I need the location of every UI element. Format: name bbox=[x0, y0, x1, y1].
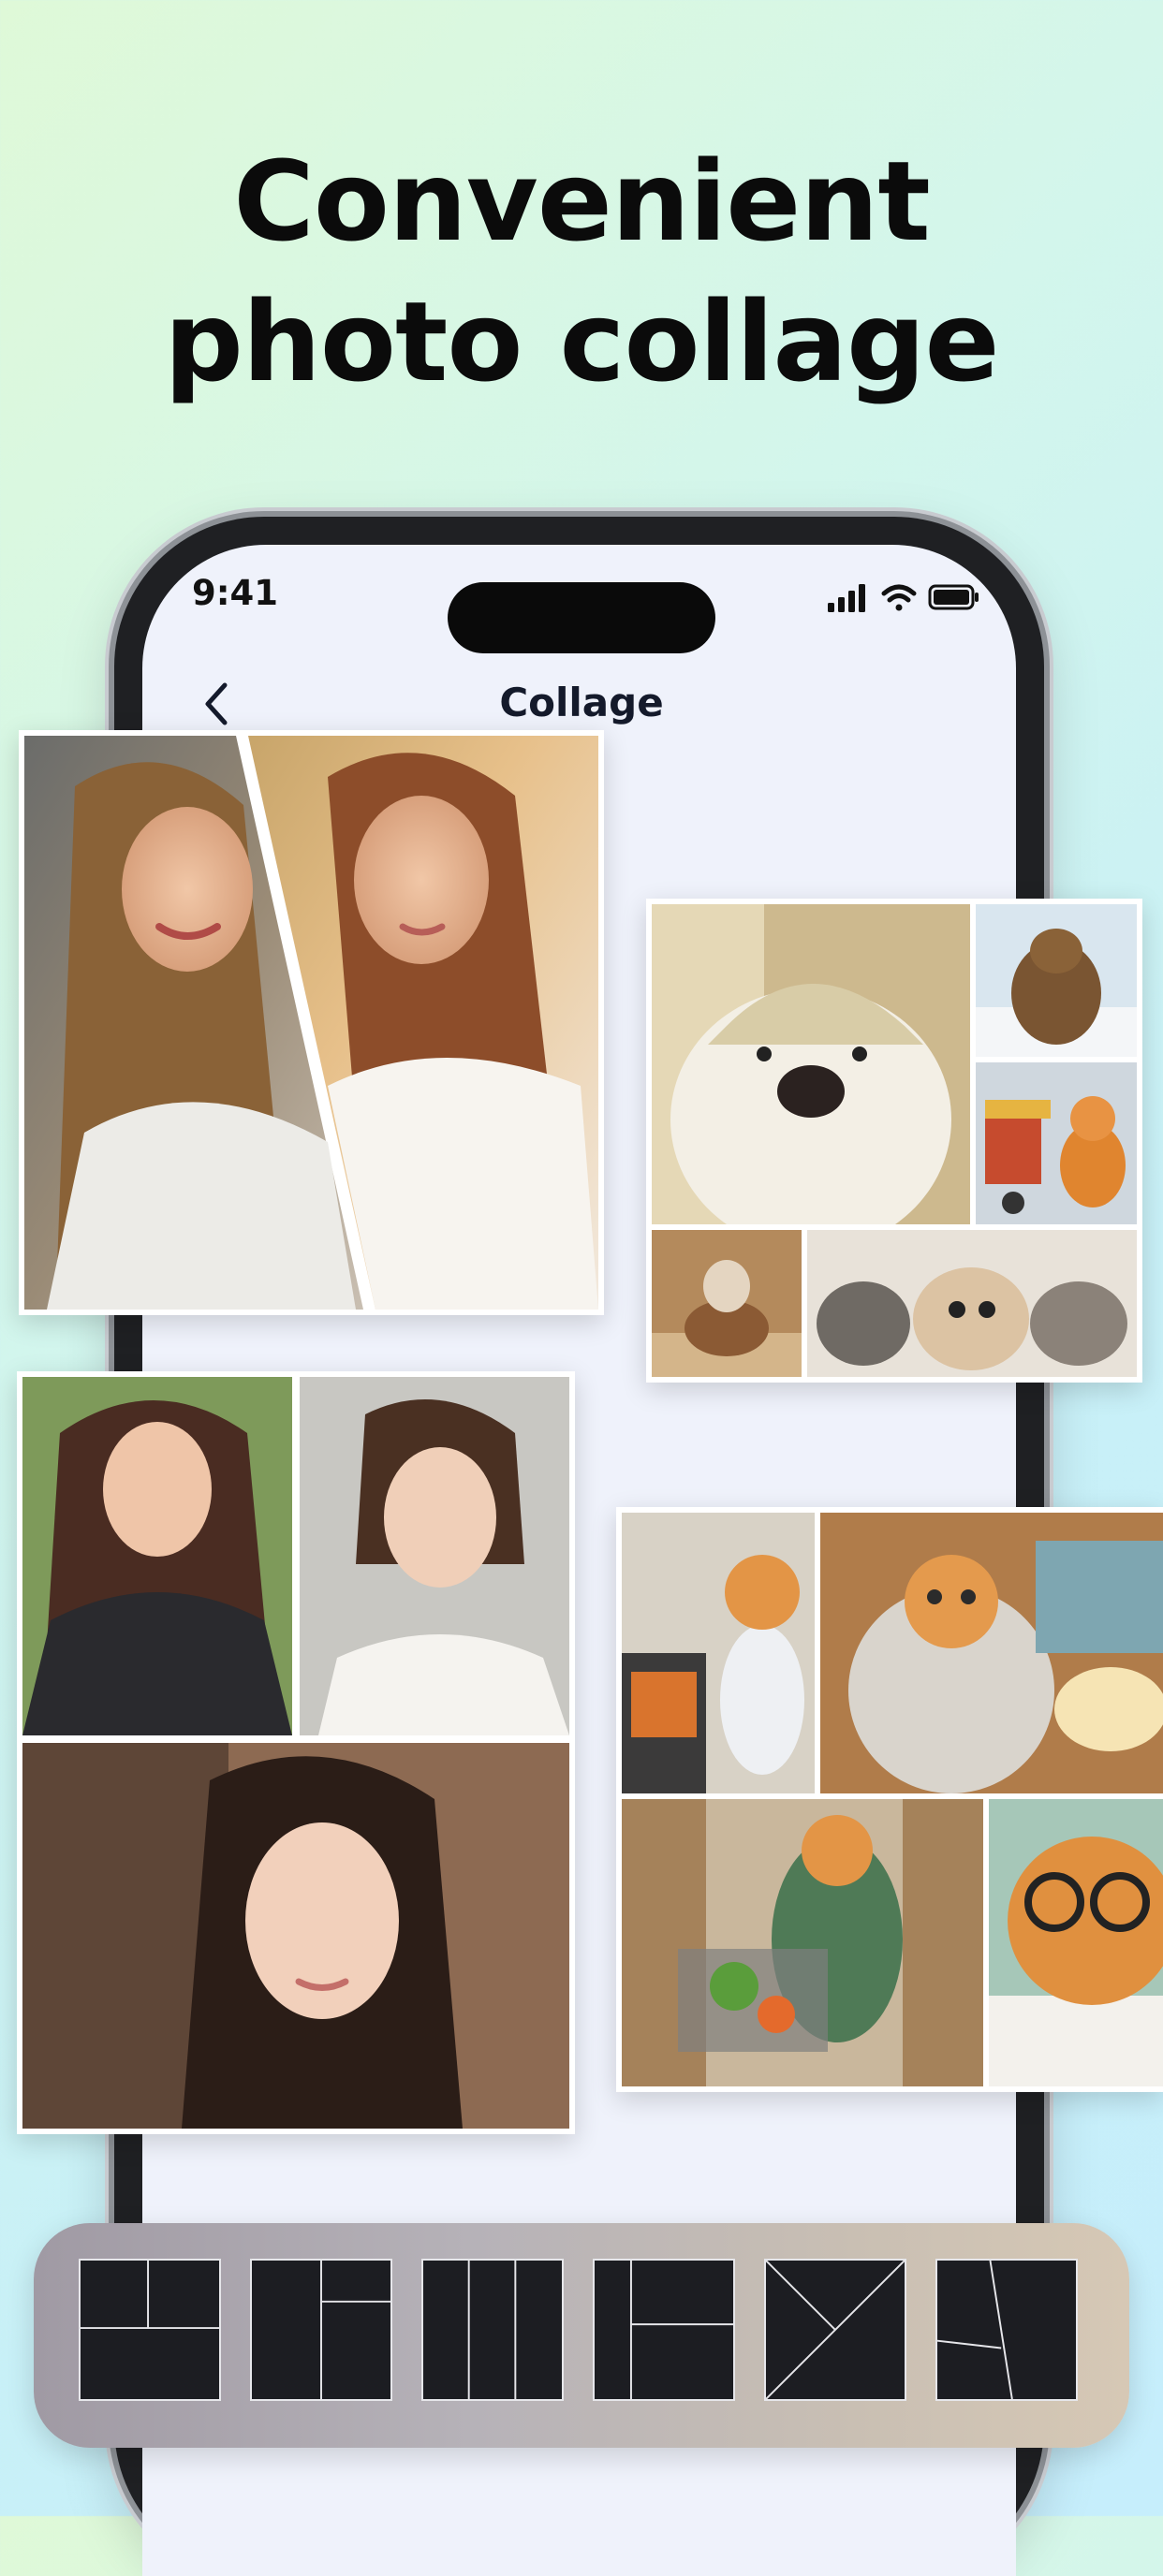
cat-in-bathrobe-popcorn bbox=[820, 1513, 1163, 1793]
collage-portraits-grid[interactable] bbox=[17, 1371, 575, 2134]
battery-icon bbox=[928, 584, 979, 610]
layout-columns-icon bbox=[467, 2261, 517, 2399]
group-of-cats bbox=[807, 1230, 1137, 1377]
layout-columns-option[interactable] bbox=[421, 2259, 564, 2401]
headline-line-2: photo collage bbox=[164, 277, 999, 406]
cat-riding-pony bbox=[652, 1230, 802, 1377]
status-icons bbox=[824, 578, 983, 616]
layout-diagonal-icon bbox=[766, 2261, 905, 2399]
collage-cats[interactable] bbox=[616, 1507, 1163, 2092]
layout-angled-option[interactable] bbox=[935, 2259, 1078, 2401]
nav-title: Collage bbox=[499, 680, 664, 725]
layout-grid-icon bbox=[81, 2261, 219, 2330]
cat-with-cart bbox=[976, 1062, 1137, 1224]
portrait-updo bbox=[300, 1377, 569, 1735]
headline-line-1: Convenient bbox=[233, 137, 931, 266]
layout-split-option[interactable] bbox=[250, 2259, 392, 2401]
portrait-lace-dress bbox=[22, 1377, 292, 1735]
layout-stack-option[interactable] bbox=[593, 2259, 735, 2401]
cat-shopping bbox=[622, 1799, 983, 2086]
cat-with-glasses bbox=[989, 1799, 1163, 2086]
layout-split-icon bbox=[320, 2261, 390, 2399]
layout-angled-icon bbox=[937, 2261, 1013, 2399]
collage-portraits-diagonal[interactable] bbox=[19, 730, 604, 1315]
collage-pets[interactable] bbox=[646, 899, 1142, 1383]
cat-baking bbox=[622, 1513, 815, 1793]
portrait-dark-hair bbox=[22, 1743, 569, 2129]
dynamic-island bbox=[448, 582, 715, 653]
wifi-icon bbox=[881, 584, 917, 611]
status-time: 9:41 bbox=[192, 573, 279, 613]
headline: Convenient photo collage bbox=[0, 131, 1163, 412]
layout-stack-icon bbox=[629, 2261, 733, 2399]
bear-on-snow bbox=[976, 904, 1137, 1057]
layout-grid-option[interactable] bbox=[79, 2259, 221, 2401]
cellular-signal-icon bbox=[828, 584, 865, 612]
layout-diagonal-option[interactable] bbox=[764, 2259, 906, 2401]
dog-in-hat bbox=[652, 904, 970, 1224]
